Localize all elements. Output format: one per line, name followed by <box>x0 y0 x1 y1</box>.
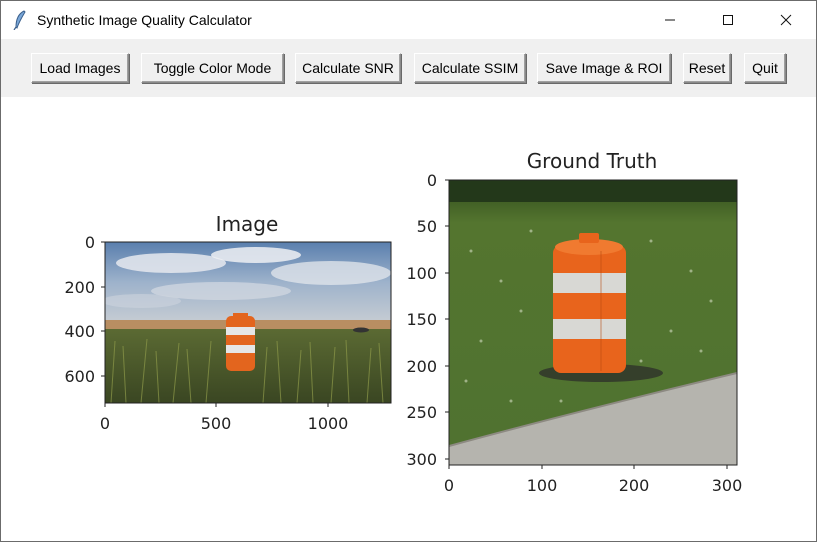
image-plot-title: Image <box>216 212 279 236</box>
ground-truth-xtick-label: 0 <box>444 476 454 495</box>
app-window: Synthetic Image Quality Calculator Load … <box>0 0 817 542</box>
maximize-icon <box>723 15 733 25</box>
ground-truth-barrel <box>553 233 626 373</box>
ground-truth-ytick-label: 300 <box>406 450 437 469</box>
ground-truth-ytick-label: 200 <box>406 357 437 376</box>
ground-truth-xtick-label: 200 <box>619 476 650 495</box>
ground-truth-xtick-label: 100 <box>527 476 558 495</box>
close-button[interactable] <box>763 1 809 39</box>
ground-truth-xtick-label: 300 <box>712 476 743 495</box>
close-icon <box>780 14 792 26</box>
load-images-button[interactable]: Load Images <box>31 53 129 83</box>
minimize-button[interactable] <box>647 1 693 39</box>
image-xtick-label: 500 <box>201 414 232 433</box>
figure-canvas: Image 0 200 400 600 0 500 1000 Ground Tr… <box>64 149 742 495</box>
image-axes: Image 0 200 400 600 0 500 1000 <box>64 212 392 433</box>
ground-truth-picture <box>449 180 737 465</box>
ground-truth-plot-title: Ground Truth <box>527 149 658 173</box>
toggle-color-mode-button[interactable]: Toggle Color Mode <box>141 53 284 83</box>
ground-truth-ytick-label: 50 <box>417 217 437 236</box>
calculate-snr-button[interactable]: Calculate SNR <box>295 53 401 83</box>
image-ytick-label: 600 <box>64 367 95 386</box>
image-ytick-label: 0 <box>85 233 95 252</box>
image-xtick-label: 0 <box>100 414 110 433</box>
image-ytick-label: 400 <box>64 322 95 341</box>
feather-icon <box>13 10 26 30</box>
image-ytick-label: 200 <box>64 278 95 297</box>
ground-truth-ytick-label: 150 <box>406 310 437 329</box>
ground-truth-ytick-label: 100 <box>406 264 437 283</box>
maximize-button[interactable] <box>705 1 751 39</box>
image-xtick-label: 1000 <box>308 414 349 433</box>
toolbar: Load Images Toggle Color Mode Calculate … <box>1 39 816 97</box>
image-picture <box>105 242 391 403</box>
ground-truth-ytick-label: 0 <box>427 171 437 190</box>
reset-button[interactable]: Reset <box>683 53 731 83</box>
window-title: Synthetic Image Quality Calculator <box>37 12 252 28</box>
title-bar: Synthetic Image Quality Calculator <box>1 1 816 39</box>
ground-truth-axes: Ground Truth 0 50 100 150 200 250 300 0 … <box>406 149 742 495</box>
quit-button[interactable]: Quit <box>744 53 786 83</box>
save-image-roi-button[interactable]: Save Image & ROI <box>537 53 671 83</box>
ground-truth-ytick-label: 250 <box>406 403 437 422</box>
calculate-ssim-button[interactable]: Calculate SSIM <box>414 53 526 83</box>
image-barrel <box>226 313 255 371</box>
minimize-icon <box>665 19 675 21</box>
